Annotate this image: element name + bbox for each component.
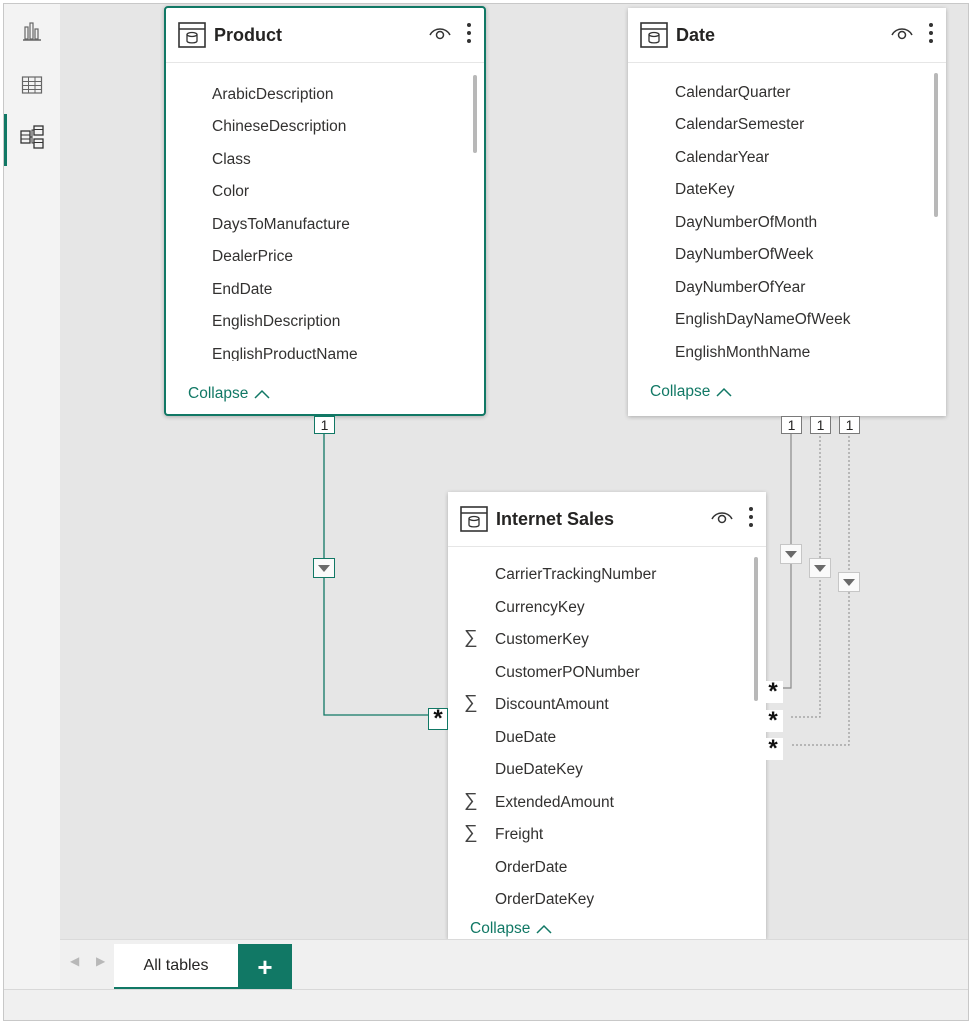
tab-label: All tables [143,956,209,974]
table-view-button[interactable] [4,60,60,110]
report-view-button[interactable] [4,6,60,56]
table-icon [640,22,668,48]
field-item[interactable]: ArabicDescription [212,80,333,110]
cardinality-one-badge: 1 [781,416,802,434]
sigma-icon: ∑ [464,627,478,648]
field-item[interactable]: CarrierTrackingNumber [495,560,656,590]
chevron-up-icon [536,924,552,934]
field-item[interactable]: OrderDate [495,853,567,883]
field-list: CalendarQuarter CalendarSemester Calenda… [628,63,946,361]
field-item[interactable]: OrderDateKey [495,885,594,915]
view-switcher-rail [4,4,61,989]
field-item[interactable]: CalendarYear [675,143,769,173]
tab-all-tables[interactable]: All tables [114,944,238,990]
cardinality-one-badge: 1 [314,416,335,434]
eye-icon[interactable] [890,24,914,42]
collapse-button[interactable]: Collapse [470,920,552,938]
table-icon [178,22,206,48]
tab-scroll-left-icon[interactable]: ◀ [70,954,79,968]
table-icon [460,506,488,532]
field-item[interactable]: CurrencyKey [495,593,585,623]
relationship-line-product-internet-sales [323,432,434,716]
eye-icon[interactable] [710,508,734,526]
internet-sales-table-header[interactable]: Internet Sales [448,492,766,547]
field-item[interactable]: CalendarSemester [675,110,804,140]
filter-direction-icon[interactable] [780,544,802,564]
more-options-icon[interactable] [466,22,472,44]
layout-tab-bar: ◀ ▶ All tables + [60,939,968,990]
cardinality-many-marker: * [763,737,783,761]
filter-direction-icon[interactable] [809,558,831,578]
cardinality-many-marker: * [763,680,783,704]
model-view-button[interactable] [4,112,60,166]
field-item[interactable]: DueDate [495,723,556,753]
product-table-header[interactable]: Product [166,8,484,63]
collapse-label: Collapse [470,920,531,937]
status-bar [4,989,968,1020]
model-view-icon [19,124,45,150]
field-item[interactable]: CalendarQuarter [675,78,790,108]
add-layout-button[interactable]: + [238,944,292,990]
field-item[interactable]: EnglishProductName [212,340,358,361]
field-item[interactable]: EnglishDescription [212,307,340,337]
sigma-icon: ∑ [464,790,478,811]
table-title: Product [214,24,283,45]
field-item[interactable]: CustomerPONumber [495,658,640,688]
cardinality-one-badge: 1 [810,416,831,434]
field-item[interactable]: DueDateKey [495,755,583,785]
chevron-up-icon [716,387,732,397]
model-view-window: Product ArabicDescription ChineseDescrip… [3,3,969,1021]
field-list: CarrierTrackingNumber CurrencyKey ∑ Cust… [448,547,766,917]
collapse-label: Collapse [650,383,711,400]
field-item[interactable]: ExtendedAmount [495,788,614,818]
internet-sales-table-card[interactable]: Internet Sales CarrierTrackingNumber Cur… [448,492,766,939]
chevron-up-icon [254,389,270,399]
field-item[interactable]: DayNumberOfWeek [675,240,813,270]
scrollbar[interactable] [934,73,938,217]
field-item[interactable]: Class [212,145,251,175]
sigma-icon: ∑ [464,692,478,713]
field-item[interactable]: Freight [495,820,543,850]
date-table-header[interactable]: Date [628,8,946,63]
field-item[interactable]: CustomerKey [495,625,589,655]
filter-direction-icon[interactable] [313,558,335,578]
field-item[interactable]: ChineseDescription [212,112,346,142]
cardinality-many-marker: * [428,707,448,731]
field-item[interactable]: EnglishDayNameOfWeek [675,305,850,335]
scrollbar[interactable] [754,557,758,701]
table-title: Date [676,24,716,45]
table-view-icon [21,74,43,96]
field-item[interactable]: DaysToManufacture [212,210,350,240]
field-item[interactable]: EndDate [212,275,272,305]
more-options-icon[interactable] [928,22,934,44]
sigma-icon: ∑ [464,822,478,843]
collapse-button[interactable]: Collapse [188,385,270,403]
report-view-icon [21,20,43,42]
field-item[interactable]: Color [212,177,249,207]
field-list: ArabicDescription ChineseDescription Cla… [166,63,484,361]
plus-icon: + [257,951,273,982]
tab-scroll-right-icon[interactable]: ▶ [96,954,105,968]
field-item[interactable]: DayNumberOfYear [675,273,805,303]
scrollbar[interactable] [473,75,477,153]
cardinality-one-badge: 1 [839,416,860,434]
collapse-label: Collapse [188,385,249,402]
eye-icon[interactable] [428,24,452,42]
field-item[interactable]: DealerPrice [212,242,293,272]
field-item[interactable]: EnglishMonthName [675,338,810,361]
product-table-card[interactable]: Product ArabicDescription ChineseDescrip… [164,6,486,416]
model-canvas[interactable]: Product ArabicDescription ChineseDescrip… [60,4,968,939]
cardinality-many-marker: * [763,709,783,733]
more-options-icon[interactable] [748,506,754,528]
field-item[interactable]: DayNumberOfMonth [675,208,817,238]
table-title: Internet Sales [496,508,615,529]
field-item[interactable]: DateKey [675,175,734,205]
date-table-card[interactable]: Date CalendarQuarter CalendarSemester Ca… [628,8,946,416]
filter-direction-icon[interactable] [838,572,860,592]
field-item[interactable]: DiscountAmount [495,690,609,720]
collapse-button[interactable]: Collapse [650,383,732,401]
